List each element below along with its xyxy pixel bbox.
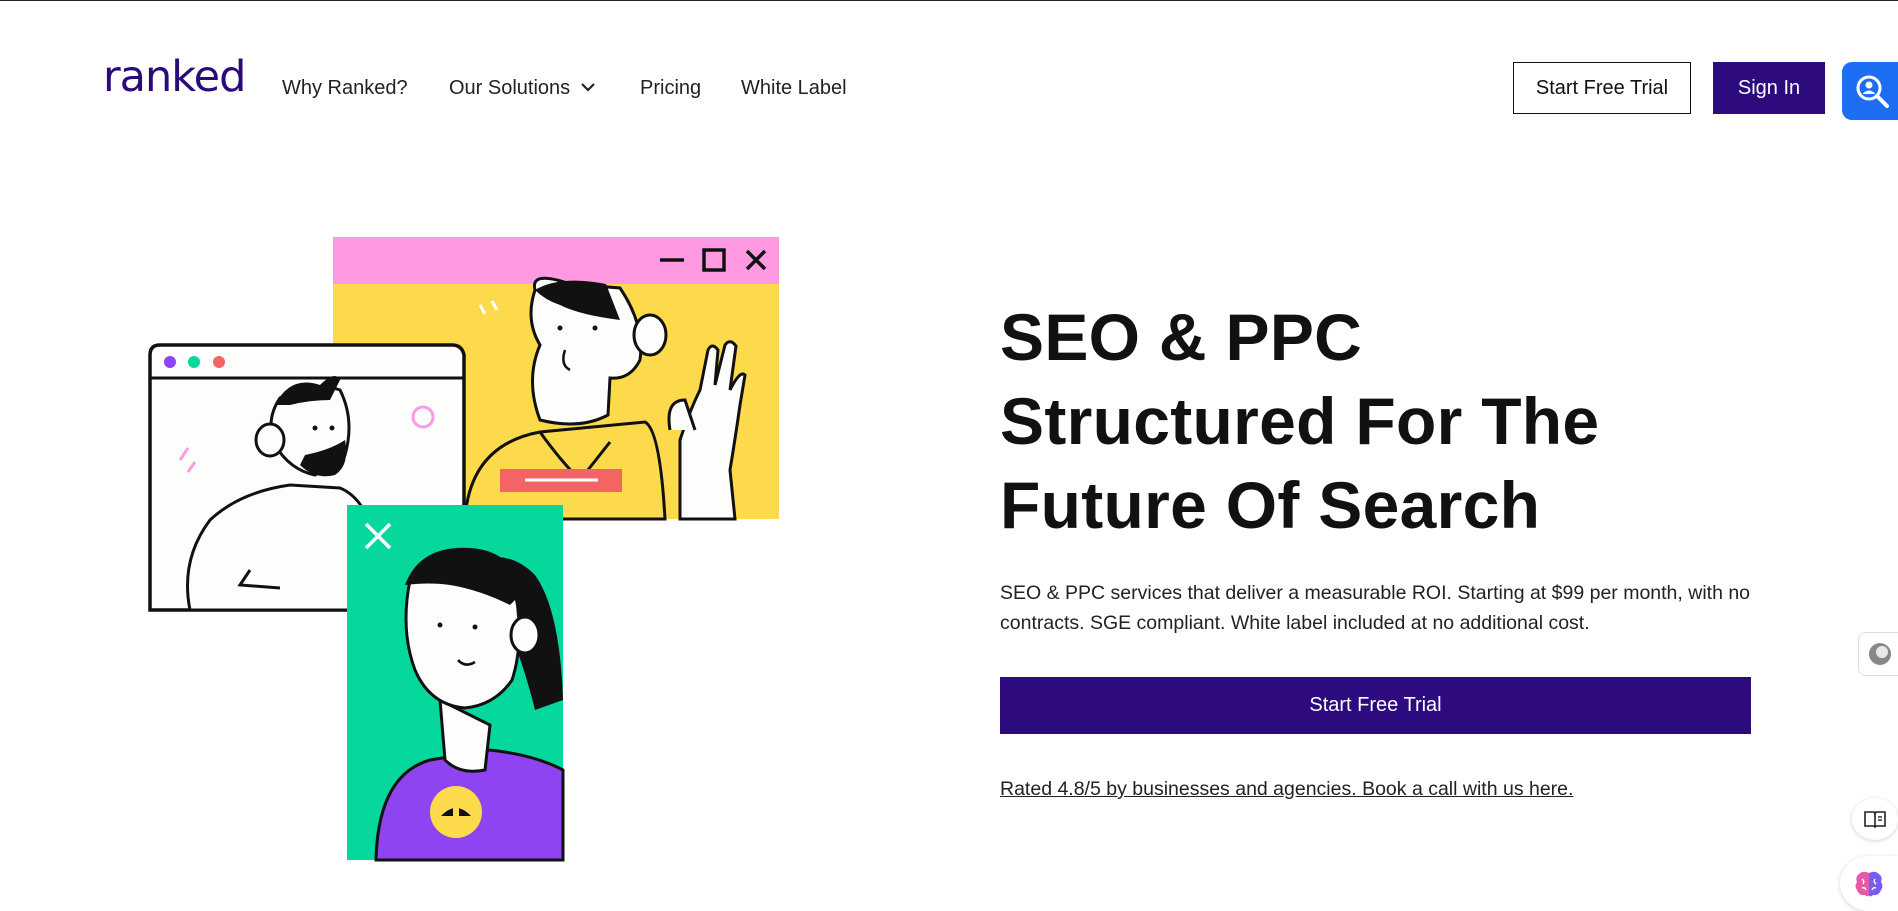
reader-mode-button[interactable] [1852, 798, 1898, 840]
start-free-trial-hero-button[interactable]: Start Free Trial [1000, 677, 1751, 734]
search-extension-button[interactable] [1842, 62, 1898, 120]
brain-icon [1855, 871, 1883, 896]
chevron-down-icon [581, 82, 595, 92]
hero-title: SEO & PPC Structured For The Future Of S… [1000, 295, 1720, 547]
top-border [0, 0, 1898, 1]
side-widget-button[interactable] [1858, 632, 1898, 676]
hero-title-line-3: Future Of Search [1000, 468, 1541, 542]
nav-why-ranked[interactable]: Why Ranked? [282, 76, 408, 100]
circle-widget-icon [1869, 643, 1891, 665]
hero-title-line-2: Structured For The [1000, 384, 1600, 458]
search-person-icon [1856, 75, 1889, 108]
ai-assistant-button[interactable] [1840, 856, 1898, 911]
start-free-trial-header-button[interactable]: Start Free Trial [1513, 62, 1691, 114]
nav-our-solutions-label: Our Solutions [449, 77, 571, 99]
nav-pricing[interactable]: Pricing [640, 76, 701, 100]
hero-description: SEO & PPC services that deliver a measur… [1000, 582, 1751, 634]
book-reader-icon [1864, 811, 1886, 828]
video-call-window-front [347, 505, 565, 862]
hero-illustration [148, 237, 779, 862]
sign-in-button[interactable]: Sign In [1713, 62, 1825, 114]
nav-white-label[interactable]: White Label [741, 76, 847, 100]
logo[interactable]: ranked [103, 56, 246, 99]
hero-title-line-1: SEO & PPC [1000, 300, 1363, 374]
nav-our-solutions[interactable]: Our Solutions [449, 76, 596, 100]
rating-book-call-link[interactable]: Rated 4.8/5 by businesses and agencies. … [1000, 778, 1573, 801]
